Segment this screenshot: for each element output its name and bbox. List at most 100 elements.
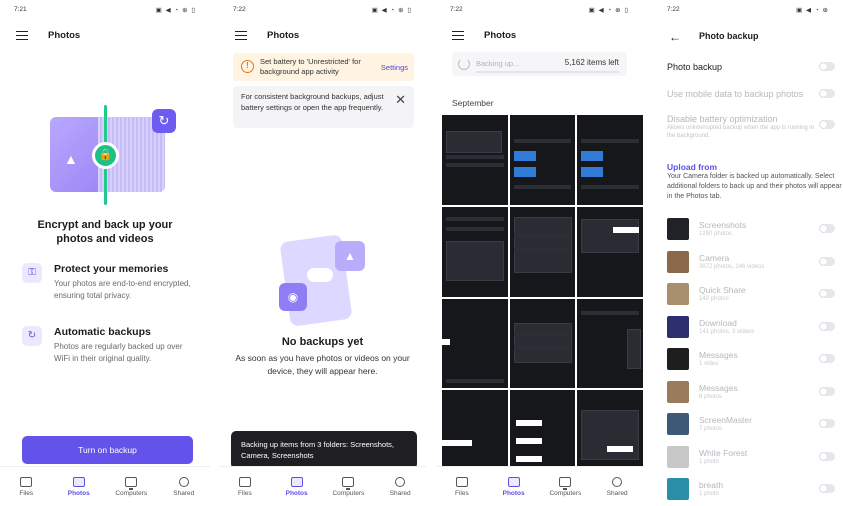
- items-left-count: 5,162 items left: [564, 58, 619, 67]
- folder-row[interactable]: ScreenMaster 7 photos: [667, 413, 835, 439]
- nav-files[interactable]: Files: [222, 476, 268, 497]
- nav-label: Files: [455, 489, 469, 497]
- nav-computers[interactable]: Computers: [542, 476, 588, 497]
- nav-label: Files: [238, 489, 252, 497]
- top-app-bar: Photos: [219, 26, 426, 46]
- shared-icon: [612, 476, 623, 487]
- setting-mobile-data[interactable]: Use mobile data to backup photos: [667, 89, 835, 99]
- lock-icon: 🔒: [92, 142, 119, 169]
- settings-link[interactable]: Settings: [381, 63, 408, 72]
- folder-toggle[interactable]: [819, 321, 835, 331]
- folder-toggle[interactable]: [819, 386, 835, 396]
- photos-icon: [290, 476, 303, 487]
- photos-icon: [507, 476, 520, 487]
- feature-protect: ⚿ Protect your memories Your photos are …: [22, 263, 197, 302]
- folder-toggle[interactable]: [819, 224, 835, 233]
- folder-row[interactable]: Quick Share 149 photos: [667, 283, 835, 309]
- nav-photos[interactable]: Photos: [491, 476, 537, 497]
- folder-icon: [20, 476, 33, 487]
- bottom-navigation: Files Photos Computers Shared: [219, 466, 426, 506]
- photo-thumbnail[interactable]: [509, 115, 576, 205]
- folder-row[interactable]: Messages 1 video: [667, 348, 835, 374]
- battery-tip-text: For consistent background backups, adjus…: [241, 92, 384, 112]
- sync-icon: ↻: [22, 326, 42, 346]
- feature-description: Your photos are end-to-end encrypted, en…: [54, 279, 191, 300]
- spinner-icon: [458, 58, 470, 70]
- folder-toggle[interactable]: [819, 354, 835, 363]
- photos-grid-screen: 7:22 ▣ ◀ ◔ ⊕ ▯ Photos Backing up... 5,16…: [436, 0, 643, 506]
- setting-description: Allows uninterrupted backup when the app…: [667, 125, 815, 139]
- image-icon: ▲: [64, 151, 78, 167]
- status-bar: 7:21 ▣ ◀ ◔ ⊕ ▯: [14, 6, 196, 18]
- photo-thumbnail[interactable]: [577, 206, 643, 297]
- nav-files[interactable]: Files: [3, 476, 49, 497]
- folder-thumbnail: [667, 283, 689, 305]
- back-arrow-icon[interactable]: ←: [669, 30, 681, 44]
- photo-thumbnail[interactable]: [509, 206, 576, 297]
- battery-warning-text: Set battery to 'Unrestricted' for backgr…: [260, 57, 361, 76]
- photo-thumbnail[interactable]: [442, 115, 508, 205]
- status-bar: 7:22 ▣ ◀ ◔ ⊕: [667, 6, 829, 18]
- nav-label: Shared: [389, 489, 411, 497]
- folder-count: 141 photos, 3 videos: [699, 328, 755, 335]
- folder-row[interactable]: Camera 3872 photos, 146 videos: [667, 250, 835, 277]
- setting-battery-optimization[interactable]: Disable battery optimization Allows unin…: [667, 114, 835, 140]
- photo-thumbnail[interactable]: [442, 298, 508, 389]
- nav-photos[interactable]: Photos: [274, 476, 320, 497]
- folder-row[interactable]: Download 141 photos, 3 videos: [667, 315, 835, 342]
- nav-shared[interactable]: Shared: [377, 476, 423, 497]
- folder-name: Camera: [699, 252, 730, 263]
- photo-thumbnail[interactable]: [442, 206, 508, 297]
- photo-thumbnail[interactable]: [577, 115, 643, 205]
- nav-shared[interactable]: Shared: [594, 476, 640, 497]
- folder-thumbnail: [667, 315, 689, 338]
- folder-thumbnail: [667, 250, 689, 273]
- nav-computers[interactable]: Computers: [325, 476, 371, 497]
- nav-files[interactable]: Files: [439, 476, 485, 497]
- folder-thumbnail: [667, 445, 689, 468]
- folder-name: Screenshots: [699, 220, 747, 230]
- menu-icon[interactable]: [452, 31, 464, 41]
- folder-toggle[interactable]: [819, 419, 835, 428]
- folder-count: 1 photo: [699, 458, 720, 465]
- turn-on-backup-button[interactable]: Turn on backup: [22, 436, 193, 464]
- status-bar: 7:22 ▣ ◀ ◔ ⊕ ▯: [233, 6, 412, 18]
- feature-title: Protect your memories: [54, 263, 169, 275]
- folder-count: 1290 photos: [699, 231, 733, 237]
- photo-thumbnail[interactable]: [509, 298, 576, 389]
- folder-icon: [238, 476, 251, 487]
- nav-computers[interactable]: Computers: [108, 476, 154, 497]
- nav-shared[interactable]: Shared: [161, 476, 207, 497]
- folder-toggle[interactable]: [819, 484, 835, 493]
- menu-icon[interactable]: [16, 31, 28, 41]
- mobile-data-toggle[interactable]: [819, 89, 835, 98]
- bottom-navigation: Files Photos Computers Shared: [436, 466, 643, 506]
- folder-row[interactable]: White Forest 1 photo: [667, 445, 835, 472]
- setting-photo-backup[interactable]: Photo backup: [667, 62, 835, 72]
- folder-toggle[interactable]: [819, 289, 835, 298]
- folder-toggle[interactable]: [819, 256, 835, 266]
- photo-thumbnail[interactable]: [577, 298, 643, 389]
- status-time: 7:22: [233, 6, 246, 13]
- shared-icon: [178, 476, 189, 487]
- menu-icon[interactable]: [235, 31, 247, 41]
- nav-label: Photos: [67, 489, 90, 497]
- folder-row[interactable]: breath 1 photo: [667, 478, 835, 504]
- backup-toast: Backing up items from 3 folders: Screens…: [231, 431, 417, 469]
- nav-photos[interactable]: Photos: [56, 476, 102, 497]
- empty-state-title: No backups yet: [281, 336, 364, 348]
- folder-count: 8 photos: [699, 393, 723, 400]
- folder-toggle[interactable]: [819, 451, 835, 461]
- status-icons: ▣ ◀ ◔ ⊕ ▯: [371, 7, 412, 14]
- photo-backup-toggle[interactable]: [819, 62, 835, 71]
- battery-optimization-toggle[interactable]: [819, 120, 835, 129]
- folder-count: 3872 photos, 146 videos: [699, 263, 765, 270]
- bottom-navigation: Files Photos Computers Shared: [0, 466, 210, 506]
- warning-icon: !: [241, 60, 254, 73]
- folder-row[interactable]: Screenshots 1290 photos: [667, 218, 835, 244]
- lock-icon: ⚿: [22, 263, 42, 283]
- photo-grid: [442, 115, 643, 480]
- close-icon[interactable]: ✕: [395, 92, 406, 108]
- status-time: 7:21: [14, 6, 27, 13]
- folder-row[interactable]: Messages 8 photos: [667, 380, 835, 407]
